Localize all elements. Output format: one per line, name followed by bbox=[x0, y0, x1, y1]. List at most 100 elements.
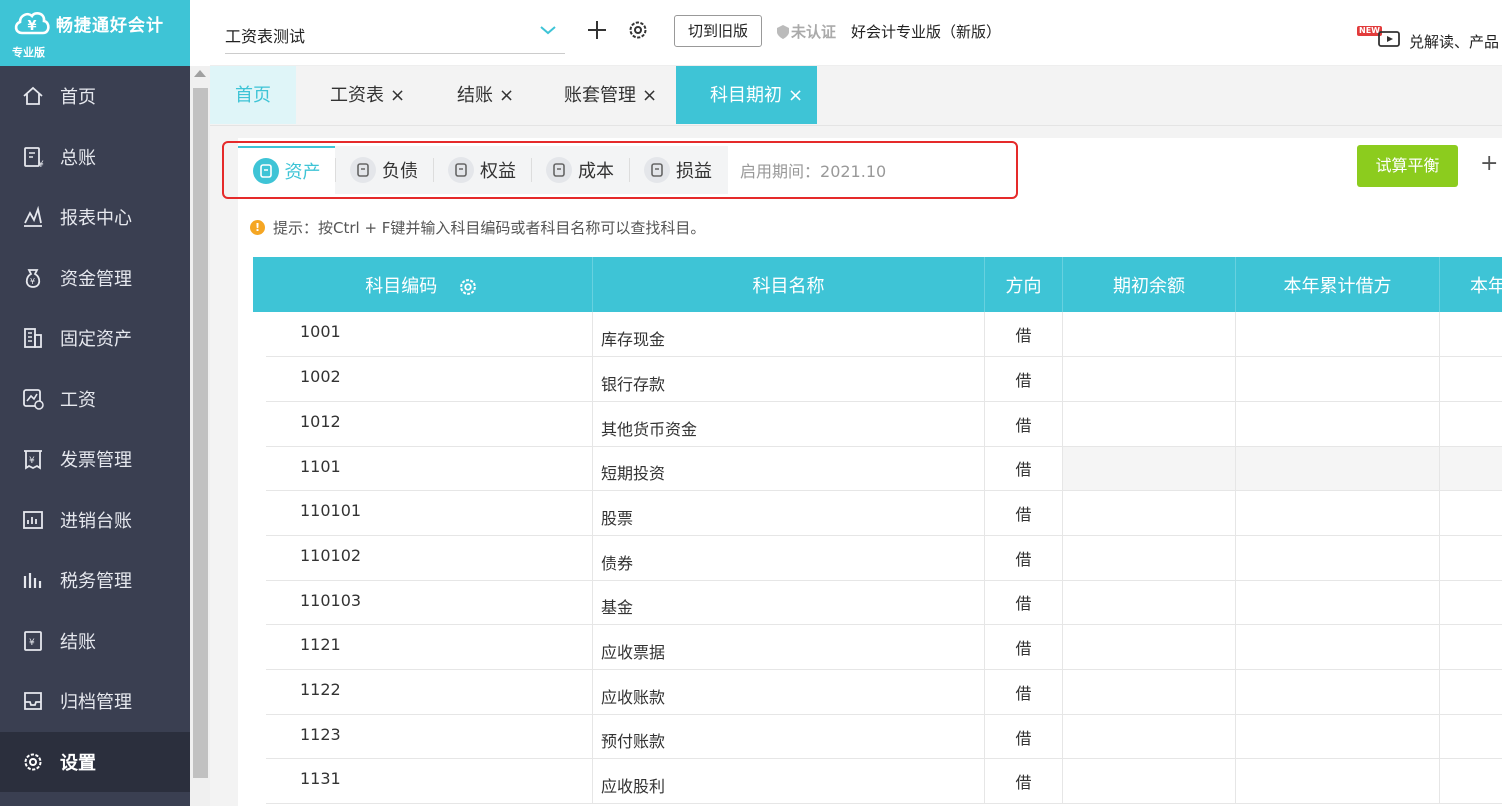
scroll-up-icon[interactable] bbox=[194, 70, 206, 77]
brand-name: 畅捷通好会计 bbox=[56, 16, 164, 36]
column-settings-gear-icon[interactable] bbox=[457, 276, 479, 298]
sidebar-item-money[interactable]: ¥ 资金管理 bbox=[0, 248, 190, 309]
table-row[interactable]: 1123 预付账款借 bbox=[239, 714, 1502, 760]
company-selector[interactable]: 工资表测试 bbox=[225, 12, 565, 54]
ytd-debit-cell[interactable] bbox=[1235, 535, 1440, 581]
table-row[interactable]: 1122 应收账款借 bbox=[239, 669, 1502, 715]
table-row[interactable]: 1001 库存现金借 bbox=[239, 312, 1502, 358]
opening-balance-cell[interactable] bbox=[1062, 669, 1236, 715]
ytd-credit-cell[interactable] bbox=[1439, 669, 1502, 715]
settings-gear-icon[interactable] bbox=[626, 18, 650, 42]
table-row[interactable]: 110102 债券借 bbox=[239, 535, 1502, 581]
tab-label: 科目期初 bbox=[710, 85, 782, 106]
archive-icon bbox=[20, 688, 46, 714]
ytd-debit-cell[interactable] bbox=[1235, 490, 1440, 536]
account-code: 110102 bbox=[239, 535, 593, 581]
sidebar-item-report[interactable]: 报表中心 bbox=[0, 187, 190, 248]
table-row[interactable]: 1012 其他货币资金借 bbox=[239, 401, 1502, 447]
sidebar-item-salary[interactable]: 工资 bbox=[0, 369, 190, 430]
ytd-debit-cell[interactable] bbox=[1235, 624, 1440, 670]
brand-edition: 专业版 bbox=[12, 46, 45, 59]
sidebar-item-label: 资金管理 bbox=[60, 268, 132, 290]
add-icon[interactable] bbox=[585, 18, 609, 42]
ytd-debit-cell[interactable] bbox=[1235, 580, 1440, 626]
tab-home[interactable]: 首页 bbox=[210, 66, 296, 124]
table-row[interactable]: 1131 应收股利借 bbox=[239, 758, 1502, 805]
balance-direction: 借 bbox=[984, 758, 1063, 805]
table-row[interactable]: 110103 基金借 bbox=[239, 580, 1502, 626]
ytd-debit-cell[interactable] bbox=[1235, 446, 1440, 492]
ytd-credit-cell[interactable] bbox=[1439, 490, 1502, 536]
chevron-down-icon bbox=[540, 26, 556, 35]
close-icon[interactable]: × bbox=[642, 85, 657, 106]
opening-balance-cell[interactable] bbox=[1062, 446, 1236, 492]
sidebar-item-building[interactable]: 固定资产 bbox=[0, 308, 190, 369]
opening-balance-cell[interactable] bbox=[1062, 356, 1236, 402]
sidebar-item-archive[interactable]: 归档管理 bbox=[0, 671, 190, 732]
account-name: 应收股利 bbox=[592, 758, 985, 805]
account-code: 1012 bbox=[239, 401, 593, 447]
tab-item[interactable]: 结账 × bbox=[457, 66, 514, 124]
tab-item[interactable]: 账套管理 × bbox=[564, 66, 657, 124]
opening-balance-cell[interactable] bbox=[1062, 624, 1236, 670]
close-icon[interactable]: × bbox=[788, 85, 803, 106]
more-plus-button[interactable]: + bbox=[1480, 151, 1498, 176]
sidebar-item-gear[interactable]: 设置 bbox=[0, 731, 190, 792]
opening-balance-cell[interactable] bbox=[1062, 758, 1236, 805]
ytd-credit-cell[interactable] bbox=[1439, 356, 1502, 402]
ytd-credit-cell[interactable] bbox=[1439, 401, 1502, 447]
account-code: 1121 bbox=[239, 624, 593, 670]
sidebar-item-tax[interactable]: 税务管理 bbox=[0, 550, 190, 611]
top-bar: 工资表测试 切到旧版 未认证 好会计专业版（新版） NEW 兑解读、产品 bbox=[210, 0, 1502, 66]
opening-balance-cell[interactable] bbox=[1062, 401, 1236, 447]
promo-link[interactable]: 兑解读、产品 bbox=[1409, 31, 1499, 52]
balance-direction: 借 bbox=[984, 669, 1063, 715]
ytd-credit-cell[interactable] bbox=[1439, 714, 1502, 760]
tab-active[interactable]: 科目期初 × bbox=[676, 66, 818, 124]
ytd-debit-cell[interactable] bbox=[1235, 401, 1440, 447]
sidebar-item-invoice[interactable]: ¥ 发票管理 bbox=[0, 429, 190, 490]
opening-balance-cell[interactable] bbox=[1062, 490, 1236, 536]
switch-old-version-button[interactable]: 切到旧版 bbox=[674, 15, 762, 47]
sidebar-item-label: 固定资产 bbox=[60, 329, 132, 351]
ytd-credit-cell[interactable] bbox=[1439, 535, 1502, 581]
home-icon bbox=[20, 83, 46, 109]
ytd-debit-cell[interactable] bbox=[1235, 669, 1440, 715]
sidebar-item-inventory[interactable]: 进销台账 bbox=[0, 490, 190, 551]
table-row[interactable]: 1002 银行存款借 bbox=[239, 356, 1502, 402]
opening-balance-cell[interactable] bbox=[1062, 312, 1236, 358]
report-icon bbox=[20, 204, 46, 230]
table-row[interactable]: 1121 应收票据借 bbox=[239, 624, 1502, 670]
balance-direction: 借 bbox=[984, 401, 1063, 447]
scrollbar-thumb[interactable] bbox=[193, 88, 208, 778]
ytd-credit-cell[interactable] bbox=[1439, 446, 1502, 492]
ytd-debit-cell[interactable] bbox=[1235, 312, 1440, 358]
sidebar-item-closing[interactable]: ¥ 结账 bbox=[0, 611, 190, 672]
account-table: 科目编码 科目名称 方向 期初余额 本年累计借方 本年 1001 库存现金借 100… bbox=[239, 257, 1502, 805]
ytd-credit-cell[interactable] bbox=[1439, 758, 1502, 805]
ytd-credit-cell[interactable] bbox=[1439, 312, 1502, 358]
ytd-credit-cell[interactable] bbox=[1439, 580, 1502, 626]
ytd-debit-cell[interactable] bbox=[1235, 714, 1440, 760]
account-name: 基金 bbox=[592, 580, 985, 626]
col-ytd-debit-header: 本年累计借方 bbox=[1235, 257, 1440, 312]
sidebar-item-label: 总账 bbox=[60, 147, 96, 169]
ytd-debit-cell[interactable] bbox=[1235, 356, 1440, 402]
brand-logo[interactable]: ¥ 畅捷通好会计 专业版 bbox=[0, 0, 190, 66]
ytd-debit-cell[interactable] bbox=[1235, 758, 1440, 805]
ytd-credit-cell[interactable] bbox=[1439, 624, 1502, 670]
table-row[interactable]: 110101 股票借 bbox=[239, 490, 1502, 536]
sidebar-item-ledger[interactable]: ¥ 总账 bbox=[0, 127, 190, 188]
close-icon[interactable]: × bbox=[499, 85, 514, 106]
tab-item[interactable]: 工资表 × bbox=[330, 66, 405, 124]
opening-balance-cell[interactable] bbox=[1062, 580, 1236, 626]
opening-balance-cell[interactable] bbox=[1062, 714, 1236, 760]
opening-balance-cell[interactable] bbox=[1062, 535, 1236, 581]
certification-status[interactable]: 未认证 bbox=[775, 21, 836, 42]
video-tv-icon[interactable] bbox=[1378, 30, 1400, 48]
table-row[interactable]: 1101 短期投资借 bbox=[239, 446, 1502, 492]
trial-balance-button[interactable]: 试算平衡 bbox=[1357, 145, 1458, 187]
cert-label: 未认证 bbox=[791, 23, 837, 41]
close-icon[interactable]: × bbox=[390, 85, 405, 106]
sidebar-item-home[interactable]: 首页 bbox=[0, 66, 190, 127]
